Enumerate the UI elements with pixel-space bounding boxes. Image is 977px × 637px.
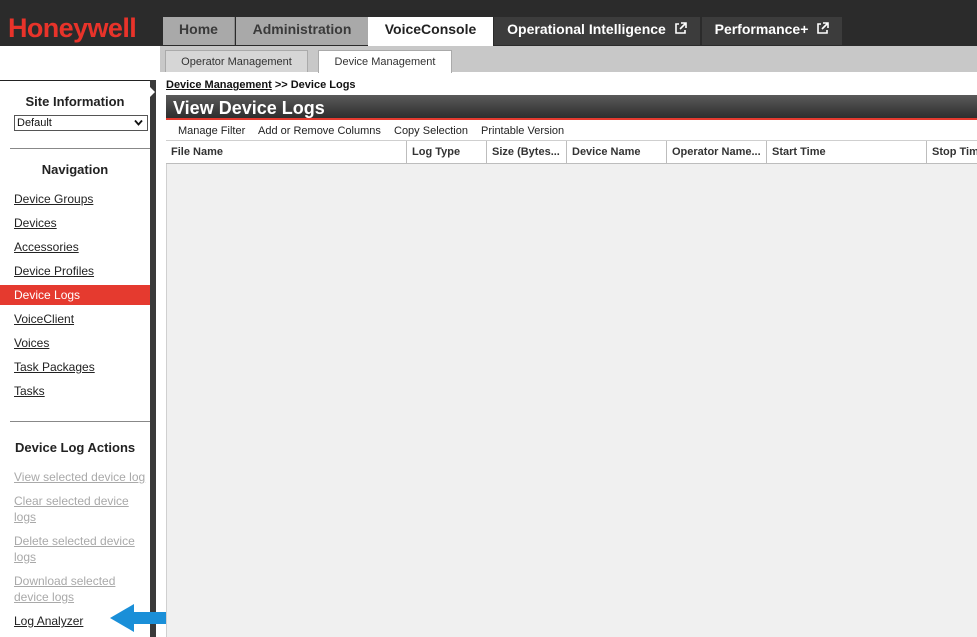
subtab-device-management[interactable]: Device Management — [318, 50, 452, 73]
subtab-operator-management[interactable]: Operator Management — [165, 50, 308, 72]
device-logs-grid[interactable] — [166, 164, 977, 637]
grid-header: File Name Log Type Size (Bytes... Device… — [166, 140, 977, 164]
column-header-start-time[interactable]: Start Time — [767, 141, 927, 164]
column-header-device-name[interactable]: Device Name — [567, 141, 667, 164]
breadcrumb: Device Management >> Device Logs — [166, 78, 356, 92]
tab-operational-intelligence[interactable]: Operational Intelligence — [494, 17, 701, 45]
tab-label: Operational Intelligence — [507, 21, 666, 37]
breadcrumb-separator: >> — [271, 79, 291, 91]
site-information-title: Site Information — [25, 94, 125, 109]
sidebar-item-accessories[interactable]: Accessories — [0, 237, 150, 257]
copy-selection-button[interactable]: Copy Selection — [394, 123, 468, 139]
external-link-icon — [675, 22, 687, 35]
sidebar-item-task-packages[interactable]: Task Packages — [0, 357, 150, 377]
tab-performance-plus[interactable]: Performance+ — [702, 17, 842, 45]
page-title-bar: View Device Logs — [166, 95, 977, 120]
tab-home[interactable]: Home — [163, 17, 235, 45]
sidebar-divider — [10, 148, 150, 149]
add-remove-columns-button[interactable]: Add or Remove Columns — [258, 123, 381, 139]
column-header-operator-name[interactable]: Operator Name... — [667, 141, 767, 164]
sidebar-divider — [10, 421, 150, 422]
breadcrumb-current: Device Logs — [290, 79, 356, 91]
sidebar-item-tasks[interactable]: Tasks — [0, 381, 150, 401]
column-header-log-type[interactable]: Log Type — [407, 141, 487, 164]
device-log-actions-title: Device Log Actions — [15, 440, 136, 455]
sidebar-item-device-profiles[interactable]: Device Profiles — [0, 261, 150, 281]
sidebar-item-device-groups[interactable]: Device Groups — [0, 189, 150, 209]
page-title: View Device Logs — [173, 98, 325, 118]
sidebar-item-device-logs[interactable]: Device Logs — [0, 285, 150, 305]
tab-label: Performance+ — [714, 21, 809, 37]
navigation-title: Navigation — [41, 162, 109, 177]
sidebar-collapse-bar[interactable] — [150, 80, 156, 637]
column-header-file-name[interactable]: File Name — [166, 141, 407, 164]
delete-selected-logs-link[interactable]: Delete selected device logs — [14, 533, 144, 565]
honeywell-logo: Honeywell — [8, 13, 137, 43]
site-select[interactable]: Default — [14, 115, 148, 131]
site-select-value: Default — [17, 117, 52, 129]
tab-voiceconsole[interactable]: VoiceConsole — [368, 17, 493, 46]
grid-toolbar: Manage Filter Add or Remove Columns Copy… — [166, 123, 977, 139]
view-selected-log-link[interactable]: View selected device log — [14, 469, 148, 485]
sidebar-item-voices[interactable]: Voices — [0, 333, 150, 353]
clear-selected-logs-link[interactable]: Clear selected device logs — [14, 493, 138, 525]
breadcrumb-link-device-management[interactable]: Device Management — [166, 79, 272, 91]
column-header-stop-time[interactable]: Stop Time — [927, 141, 977, 164]
external-link-icon — [817, 22, 830, 35]
tab-administration[interactable]: Administration — [236, 17, 368, 45]
printable-version-button[interactable]: Printable Version — [481, 123, 564, 139]
manage-filter-button[interactable]: Manage Filter — [178, 123, 245, 139]
tab-label: Administration — [252, 21, 352, 37]
column-header-size[interactable]: Size (Bytes... — [487, 141, 567, 164]
sidebar-item-voiceclient[interactable]: VoiceClient — [0, 309, 150, 329]
sidebar-item-devices[interactable]: Devices — [0, 213, 150, 233]
tab-label: Home — [179, 21, 218, 37]
chevron-down-icon — [134, 119, 143, 126]
tab-label: VoiceConsole — [384, 21, 477, 37]
